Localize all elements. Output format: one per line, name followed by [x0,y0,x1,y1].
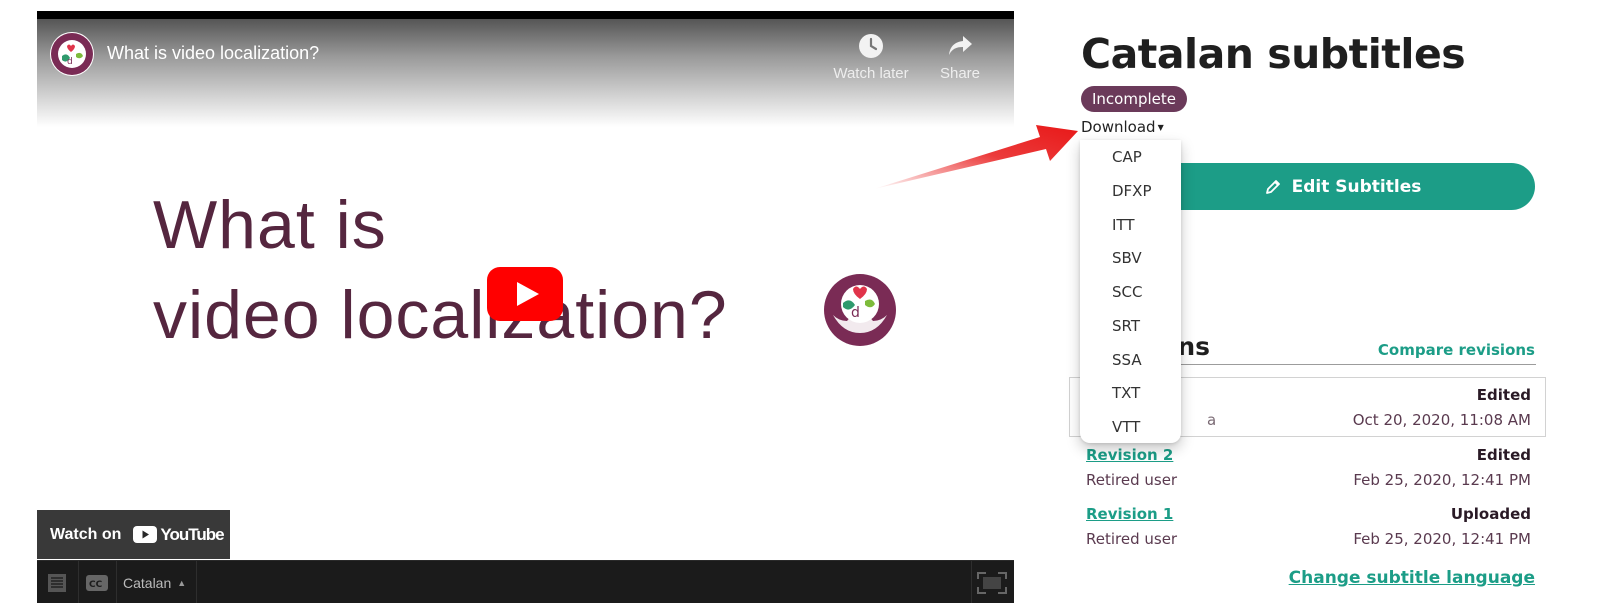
cc-button[interactable]: CC [79,561,115,603]
caret-down-icon: ▼ [1157,123,1164,132]
revision-date: Oct 20, 2020, 11:08 AM [1352,411,1531,429]
slide-text-line-1: What is [153,187,387,263]
revision-user: a [1207,411,1217,429]
watch-later-label: Watch later [833,65,909,82]
download-label: Download [1081,118,1156,136]
revision-link[interactable]: Revision 1 [1086,505,1173,523]
status-badge: Incomplete [1081,86,1187,112]
watch-on-label: Watch on [50,525,122,543]
watch-on-youtube-button[interactable]: Watch on YouTube [37,510,230,559]
revision-action: Uploaded [1450,505,1531,523]
svg-text:CC: CC [89,580,103,590]
caption-language-selector[interactable]: Catalan ▲ [117,561,195,603]
page-title: Catalan subtitles [1081,30,1466,78]
download-format-menu: CAP DFXP ITT SBV SCC SRT SSA TXT VTT [1080,140,1181,443]
download-format-itt[interactable]: ITT [1112,216,1135,234]
play-button[interactable] [487,267,563,321]
revision-link[interactable]: Revision 2 [1086,446,1173,464]
video-frame[interactable]: d What is video localization? Watch late… [37,19,1014,560]
pencil-icon [1264,178,1282,196]
revision-user: Retired user [1086,471,1178,489]
download-format-txt[interactable]: TXT [1112,384,1140,402]
slide-logo-icon: d [823,271,897,349]
fullscreen-button[interactable] [972,561,1012,603]
youtube-logo: YouTube [133,524,225,545]
transcript-button[interactable] [37,561,77,603]
edit-subtitles-label: Edit Subtitles [1291,176,1422,197]
clock-icon [859,34,883,58]
share-label: Share [939,65,981,82]
download-format-dfxp[interactable]: DFXP [1112,182,1152,200]
caret-up-icon: ▲ [177,577,187,588]
video-title[interactable]: What is video localization? [107,43,319,64]
channel-logo-icon[interactable]: d [50,32,94,76]
revision-row: Revision 2 Edited Retired user Feb 25, 2… [1086,446,1531,496]
transcript-icon [48,573,66,592]
fullscreen-icon [977,571,1007,594]
share-arrow-icon [949,36,972,55]
download-dropdown-toggle[interactable]: Download ▼ [1081,118,1164,136]
video-player[interactable]: d What is video localization? Watch late… [37,11,1014,603]
youtube-wordmark: YouTube [160,524,224,544]
youtube-play-icon [133,526,158,543]
slide-text-line-2: video localization? [153,277,728,353]
play-icon [487,267,563,321]
cc-icon: CC [86,574,108,591]
caption-language-label: Catalan [123,574,172,591]
revision-action: Edited [1476,386,1531,404]
svg-text:d: d [67,57,73,67]
download-format-sbv[interactable]: SBV [1112,249,1142,267]
revisions-divider [1140,364,1536,365]
download-format-vtt[interactable]: VTT [1112,418,1140,436]
player-controls-bar: CC Catalan ▲ [37,560,1014,603]
edit-subtitles-button[interactable]: Edit Subtitles [1150,163,1535,210]
download-format-srt[interactable]: SRT [1112,317,1140,335]
download-format-cap[interactable]: CAP [1112,148,1142,166]
control-divider [196,561,197,603]
revision-date: Feb 25, 2020, 12:41 PM [1353,471,1531,489]
revision-date: Feb 25, 2020, 12:41 PM [1353,530,1531,548]
watch-later-button[interactable]: Watch later [826,33,916,82]
annotation-arrow-icon [874,125,1078,189]
svg-text:d: d [851,305,860,321]
revision-row: Revision 1 Uploaded Retired user Feb 25,… [1086,505,1531,555]
revision-action: Edited [1476,446,1531,464]
change-subtitle-language-link[interactable]: Change subtitle language [1289,568,1535,588]
revision-user: Retired user [1086,530,1178,548]
share-button[interactable]: Share [915,33,1005,82]
download-format-ssa[interactable]: SSA [1112,351,1142,369]
download-format-scc[interactable]: SCC [1112,283,1142,301]
compare-revisions-link[interactable]: Compare revisions [1378,341,1535,359]
